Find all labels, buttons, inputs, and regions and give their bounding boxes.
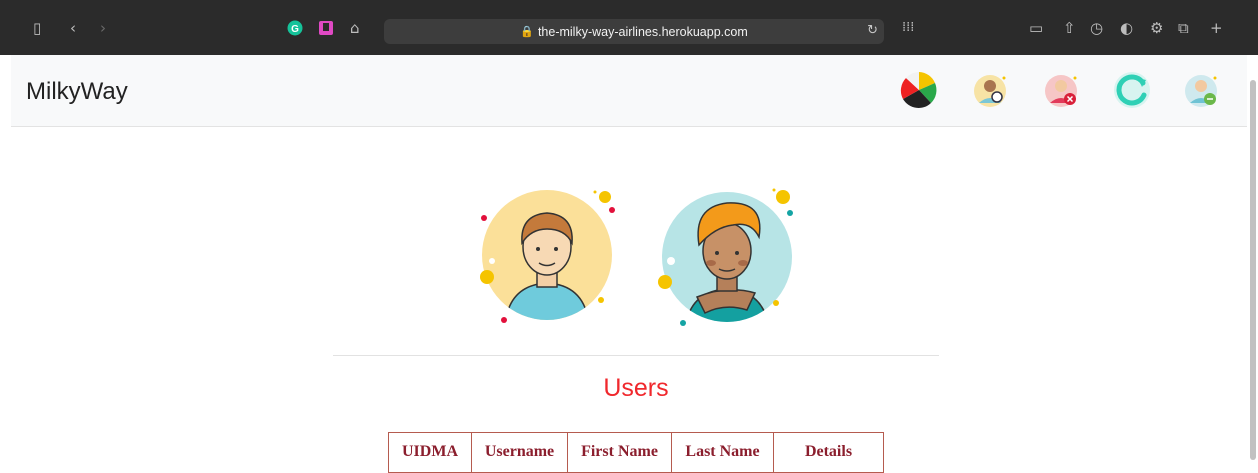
lock-icon: 🔒 (520, 26, 534, 38)
section-divider (333, 355, 939, 356)
column-header-uidma: UIDMA (388, 432, 472, 473)
navbar: MilkyWay (11, 55, 1247, 127)
svg-text:G: G (291, 24, 299, 35)
reader-icon[interactable]: ▭ (1029, 19, 1043, 37)
add-user-icon[interactable] (1181, 69, 1223, 111)
navbar-brand[interactable]: MilkyWay (26, 78, 128, 106)
reload-icon[interactable]: ↻ (867, 23, 878, 38)
back-icon[interactable]: ‹ (70, 19, 76, 37)
history-icon[interactable]: ◷ (1090, 19, 1103, 37)
column-header-username: Username (471, 432, 568, 473)
refresh-icon[interactable] (1111, 69, 1153, 111)
column-header-last-name: Last Name (671, 432, 774, 473)
settings-icon[interactable]: ⚙ (1150, 19, 1163, 37)
grid-icon[interactable]: ⁞⁞⁞ (902, 19, 914, 37)
new-tab-icon[interactable]: + (1210, 19, 1223, 37)
column-header-details: Details (773, 432, 884, 473)
tabs-icon[interactable]: ⧉ (1178, 19, 1189, 37)
pie-chart-icon[interactable] (898, 69, 940, 111)
forward-icon[interactable]: › (100, 19, 106, 37)
share-icon[interactable]: ⇧ (1063, 19, 1076, 37)
search-user-icon[interactable] (969, 69, 1011, 111)
users-table: UIDMA Username First Name Last Name Deta… (388, 432, 884, 473)
sidebar-toggle-icon[interactable]: ▯ (33, 19, 41, 37)
table-header-row: UIDMA Username First Name Last Name Deta… (388, 432, 884, 473)
address-url: the-milky-way-airlines.herokuapp.com (537, 24, 748, 39)
browser-toolbar: ▯ ‹ › G ⌂ 🔒 the-milky-way-airlines.herok… (0, 0, 1258, 55)
home-icon[interactable]: ⌂ (350, 19, 360, 37)
remove-user-icon[interactable] (1041, 69, 1083, 111)
column-header-first-name: First Name (567, 432, 672, 473)
bookmark-extension-icon[interactable] (318, 20, 334, 40)
male-user-avatar (475, 185, 625, 330)
female-user-avatar (655, 185, 805, 330)
grammarly-extension-icon[interactable]: G (287, 20, 303, 40)
page-scrollbar[interactable] (1250, 80, 1256, 460)
address-bar[interactable]: 🔒 the-milky-way-airlines.herokuapp.com ↻ (384, 19, 884, 44)
page-title: Users (603, 374, 669, 402)
privacy-icon[interactable]: ◐ (1120, 19, 1133, 37)
